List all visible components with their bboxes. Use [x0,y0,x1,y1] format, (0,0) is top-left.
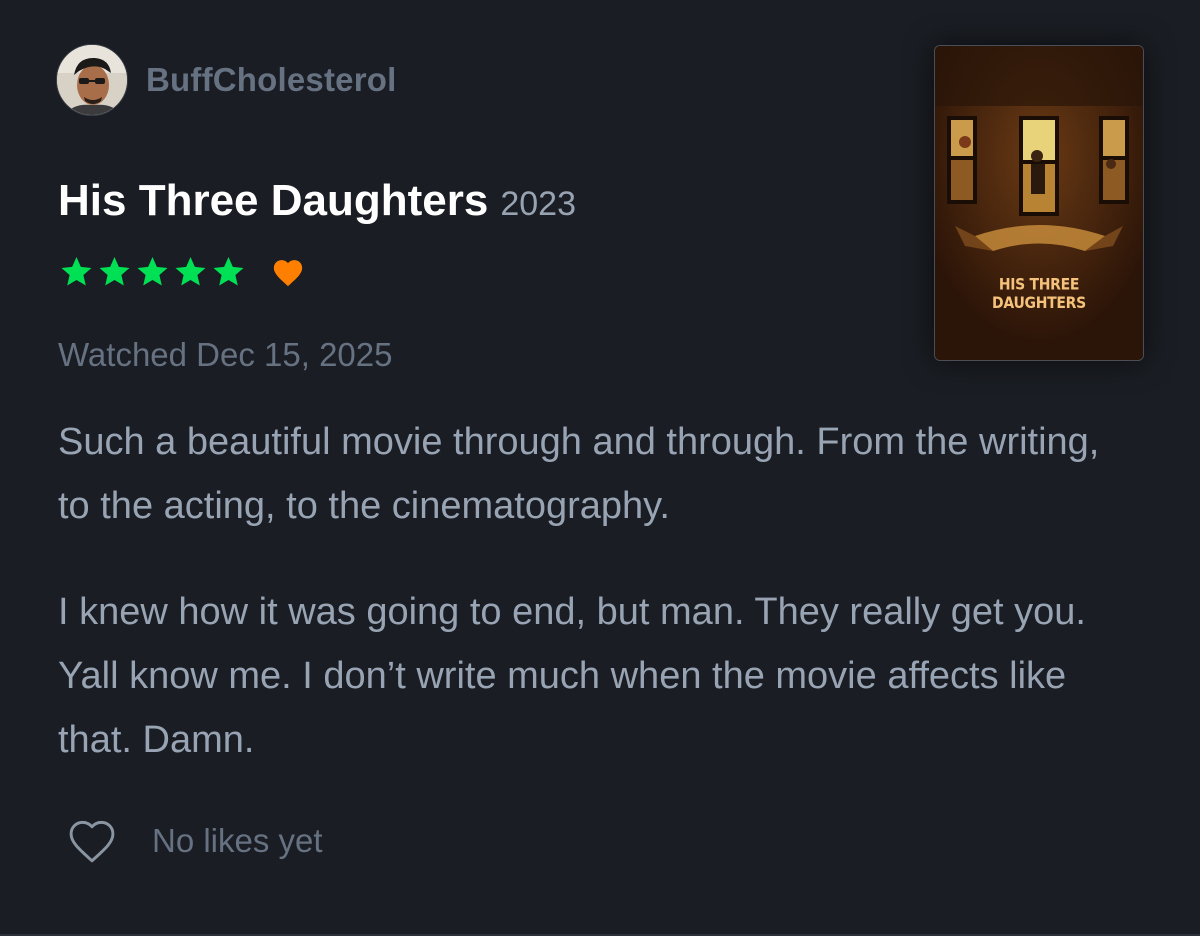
star-icon [58,254,95,290]
avatar[interactable] [56,44,128,116]
poster-artwork [935,46,1143,360]
liked-heart-icon [271,256,305,288]
poster-title-line: DAUGHTERS [992,294,1086,313]
poster-title-text: HIS THREE DAUGHTERS [935,276,1143,313]
review-author: BuffCholesterol [56,44,397,116]
likes-count-label: No likes yet [152,822,323,859]
film-title[interactable]: His Three Daughters [58,176,488,226]
review-paragraph: Such a beautiful movie through and throu… [58,421,1100,527]
review-text: Such a beautiful movie through and throu… [58,410,1138,814]
film-year[interactable]: 2023 [500,185,576,224]
heart-outline-icon[interactable] [64,818,120,864]
watched-date: Watched Dec 15, 2025 [58,336,393,373]
review-paragraph: I knew how it was going to end, but man.… [58,591,1086,761]
star-icon [210,254,247,290]
likes-row: No likes yet [64,818,323,864]
star-rating [58,254,247,290]
star-icon [172,254,209,290]
star-icon [134,254,171,290]
film-poster[interactable]: HIS THREE DAUGHTERS [934,45,1144,361]
rating-row [58,254,305,290]
star-icon [96,254,133,290]
avatar-image [57,45,127,115]
review-card: BuffCholesterol His Three Daughters 2023… [0,0,1200,936]
film-heading: His Three Daughters 2023 [58,176,576,226]
username[interactable]: BuffCholesterol [146,61,397,99]
poster-title-line: HIS THREE [998,275,1080,294]
